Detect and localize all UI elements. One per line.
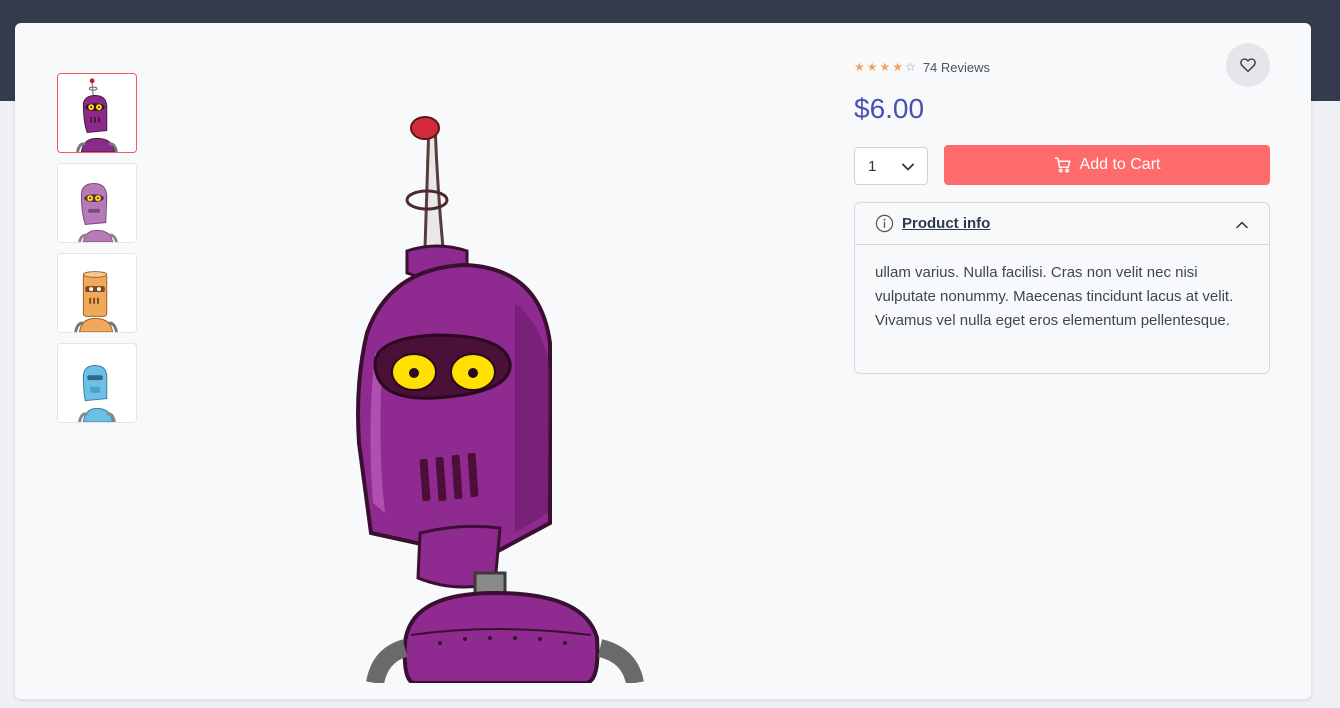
star-empty-icon: ☆ (905, 60, 916, 74)
quantity-select[interactable]: 1 (854, 147, 928, 185)
thumbnail-pink-robot[interactable] (57, 163, 137, 243)
purple-robot-thumb-image (58, 74, 136, 152)
wishlist-button[interactable] (1226, 43, 1270, 87)
heart-icon (1240, 58, 1256, 73)
info-icon (875, 214, 894, 233)
product-info-toggle[interactable]: Product info (855, 203, 1269, 245)
cart-icon (1054, 157, 1071, 173)
main-product-image (315, 83, 655, 683)
pink-robot-thumb-image (58, 164, 136, 242)
add-to-cart-button[interactable]: Add to Cart (944, 145, 1270, 185)
star-filled-icon: ★ (879, 60, 891, 74)
product-info-accordion: Product info ullam varius. Nulla facilis… (854, 202, 1270, 374)
chevron-up-icon (1236, 221, 1248, 229)
blue-robot-thumb-image (58, 344, 136, 422)
thumbnail-blue-robot[interactable] (57, 343, 137, 423)
add-to-cart-label: Add to Cart (1079, 156, 1161, 173)
star-filled-icon: ★ (866, 60, 878, 74)
quantity-value: 1 (868, 157, 877, 175)
product-info-title: Product info (902, 215, 991, 232)
rating-row: ★ ★ ★ ★ ☆ 74 Reviews (854, 58, 990, 76)
orange-robot-thumb-image (58, 254, 136, 332)
purple-robot-illustration (356, 116, 644, 683)
product-info-body: ullam varius. Nulla facilisi. Cras non v… (875, 264, 1234, 329)
star-filled-icon: ★ (854, 60, 865, 74)
chevron-down-icon (902, 163, 914, 171)
product-card: ★ ★ ★ ★ ☆ 74 Reviews $6.00 1 Add to Cart Pro (15, 23, 1311, 699)
star-filled-icon: ★ (892, 60, 904, 74)
thumbnail-orange-robot[interactable] (57, 253, 137, 333)
reviews-link[interactable]: 74 Reviews (923, 60, 990, 75)
product-price: $6.00 (854, 93, 925, 124)
thumbnail-purple-robot[interactable] (57, 73, 137, 153)
star-rating: ★ ★ ★ ★ ☆ (854, 60, 918, 74)
